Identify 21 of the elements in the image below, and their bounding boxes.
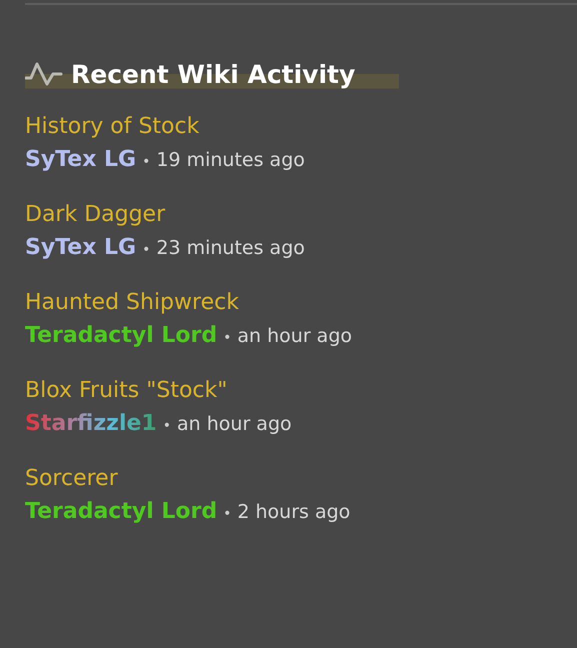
user-link[interactable]: Teradactyl Lord	[25, 323, 218, 348]
separator-dot: •	[142, 242, 150, 258]
edit-time: 19 minutes ago	[156, 149, 305, 171]
section-heading: Recent Wiki Activity	[71, 60, 356, 88]
activity-icon	[25, 60, 63, 88]
edit-time: an hour ago	[237, 325, 352, 347]
page-link[interactable]: Haunted Shipwreck	[25, 290, 577, 315]
edit-time: 23 minutes ago	[156, 237, 305, 259]
separator-dot: •	[223, 506, 232, 522]
page-link[interactable]: Dark Dagger	[25, 202, 577, 227]
separator-dot: •	[223, 330, 232, 346]
user-link[interactable]: SyTex LG	[25, 235, 136, 260]
edit-time: 2 hours ago	[237, 501, 350, 523]
separator-dot: •	[162, 418, 172, 434]
edit-time: an hour ago	[177, 413, 292, 435]
page-link[interactable]: Sorcerer	[25, 466, 577, 491]
separator-dot: •	[142, 154, 150, 170]
user-link[interactable]: Teradactyl Lord	[25, 499, 218, 524]
page-link[interactable]: Blox Fruits "Stock"	[25, 378, 577, 403]
user-link[interactable]: SyTex LG	[25, 147, 136, 172]
page-link[interactable]: History of Stock	[25, 114, 577, 139]
